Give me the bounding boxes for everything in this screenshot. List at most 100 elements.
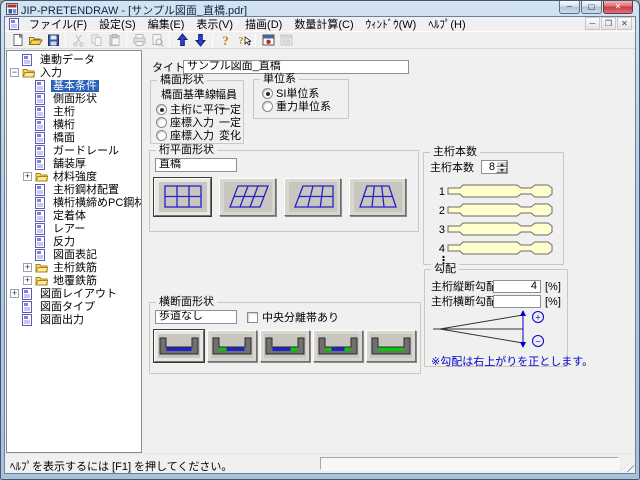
document-icon — [35, 132, 48, 144]
section-shape-button-green-full[interactable] — [366, 330, 416, 362]
open-button[interactable] — [26, 32, 44, 48]
tree-item[interactable]: + 図面レイアウト — [7, 287, 141, 300]
expand-icon[interactable]: + — [23, 172, 32, 181]
plan-shape-button-skew[interactable] — [284, 178, 341, 216]
menu-item-edit[interactable]: 編集(E) — [142, 16, 191, 32]
menu-item-quantity-calc[interactable]: 数量計算(C) — [288, 16, 359, 32]
title-bar[interactable]: JIP-PRETENDRAW - [サンプル図面_直橋.pdr] ─ ▢ ✕ — [1, 1, 639, 16]
expand-icon[interactable]: + — [10, 289, 19, 298]
tree-item[interactable]: 主桁 — [7, 105, 141, 118]
tree-item-label: 橋面 — [51, 132, 77, 144]
tree-item[interactable]: 舗装厚 — [7, 157, 141, 170]
main-girder-count-spinner[interactable]: 8 — [481, 160, 508, 174]
radio-option[interactable] — [262, 88, 273, 99]
tree-item-label: 図面レイアウト — [38, 288, 119, 300]
move-down-button[interactable] — [191, 32, 209, 48]
girder-number: 3 — [436, 224, 445, 236]
document-icon[interactable] — [8, 18, 20, 30]
section-shape-button-blue[interactable] — [154, 330, 204, 362]
context-help-button[interactable]: ? — [234, 32, 252, 48]
client-area: ファイル(F)設定(S)編集(E)表示(V)描画(D)数量計算(C)ｳｨﾝﾄﾞｳ… — [4, 16, 636, 474]
girder-shape — [447, 203, 554, 218]
copy-button — [87, 32, 105, 48]
resize-grip[interactable] — [621, 459, 634, 472]
tree-item[interactable]: 連動データ — [7, 53, 141, 66]
menu-item-window[interactable]: ｳｨﾝﾄﾞｳ(W) — [360, 16, 423, 32]
slope-label: 主桁横断勾配 — [431, 297, 497, 308]
tree-item[interactable]: 定着体 — [7, 209, 141, 222]
document-icon — [22, 314, 35, 326]
section-shape-button-green-right[interactable] — [260, 330, 310, 362]
mdi-close-button[interactable]: ✕ — [617, 17, 632, 30]
radio-option[interactable] — [262, 101, 273, 112]
tree-item[interactable]: ガードレール — [7, 144, 141, 157]
radio-option[interactable] — [156, 104, 167, 115]
plan-shape-button-trap[interactable] — [349, 178, 406, 216]
girder-row: 2 — [436, 203, 554, 218]
tree-item[interactable]: +材料強度 — [7, 170, 141, 183]
window-view-button[interactable] — [259, 32, 277, 48]
tree-item[interactable]: 図面表記 — [7, 248, 141, 261]
svg-text:?: ? — [222, 33, 229, 47]
radio-option[interactable] — [156, 130, 167, 141]
tree-item[interactable]: 反力 — [7, 235, 141, 248]
app-icon — [6, 3, 18, 15]
slope-field[interactable] — [493, 295, 541, 308]
plan-shape-button-para[interactable] — [219, 178, 276, 216]
tree-item[interactable]: 横桁 — [7, 118, 141, 131]
tree-item[interactable]: 橋面 — [7, 131, 141, 144]
section-shape-button-green-both[interactable] — [313, 330, 363, 362]
menu-item-file[interactable]: ファイル(F) — [23, 16, 93, 32]
mdi-restore-button[interactable]: ❐ — [601, 17, 616, 30]
section-shape-field[interactable]: 歩道なし — [155, 310, 237, 324]
help-button[interactable]: ? — [216, 32, 234, 48]
width-value-label: 変化 — [219, 131, 241, 142]
document-icon — [22, 288, 35, 300]
cross-section-group-title: 横断面形状 — [156, 297, 217, 308]
spin-down-button[interactable] — [496, 167, 507, 173]
expand-icon[interactable]: + — [23, 276, 32, 285]
plan-shape-field[interactable]: 直橋 — [155, 158, 237, 172]
tree-item[interactable]: 図面出力 — [7, 313, 141, 326]
radio-option[interactable] — [156, 117, 167, 128]
expand-icon[interactable]: + — [23, 263, 32, 272]
tree-item[interactable]: 主桁鋼材配置 — [7, 183, 141, 196]
median-checkbox[interactable] — [247, 312, 258, 323]
green-full-section-icon — [370, 334, 412, 358]
menu-item-view[interactable]: 表示(V) — [190, 16, 239, 32]
menu-item-draw[interactable]: 描画(D) — [239, 16, 288, 32]
new-button[interactable] — [8, 32, 26, 48]
svg-text:?: ? — [238, 36, 243, 47]
mdi-minimize-button[interactable]: ─ — [585, 17, 600, 30]
maximize-button[interactable]: ▢ — [581, 1, 602, 14]
minus-symbol: − — [535, 337, 540, 347]
skew-grid-icon — [289, 182, 337, 212]
plan-shape-button-rect[interactable] — [154, 178, 211, 216]
slope-label: 主桁縦断勾配 — [431, 282, 497, 293]
slope-field[interactable]: 4 — [493, 280, 541, 293]
tree-item[interactable]: 横桁横締めPC鋼材配置 — [7, 196, 141, 209]
window-view-icon — [261, 33, 276, 47]
move-up-button[interactable] — [173, 32, 191, 48]
document-icon — [35, 93, 48, 105]
menu-item-help[interactable]: ﾍﾙﾌﾟ(H) — [422, 16, 471, 32]
save-button[interactable] — [44, 32, 62, 48]
tree-item[interactable]: 側面形状 — [7, 92, 141, 105]
tree-item-label: 入力 — [38, 67, 64, 79]
title-field[interactable]: サンプル図面_直橋 — [183, 60, 409, 74]
tree-item[interactable]: +主桁鉄筋 — [7, 261, 141, 274]
tree-item[interactable]: 図面タイプ — [7, 300, 141, 313]
tree-item-label: 反力 — [51, 236, 77, 248]
section-shape-button-green-left[interactable] — [207, 330, 257, 362]
print-icon — [132, 33, 147, 47]
minimize-button[interactable]: ─ — [559, 1, 580, 14]
folder-icon — [35, 262, 48, 273]
tree-item[interactable]: +地覆鉄筋 — [7, 274, 141, 287]
collapse-icon[interactable]: − — [10, 68, 19, 77]
close-button[interactable]: ✕ — [603, 1, 633, 14]
tree-item[interactable]: − 入力 — [7, 66, 141, 79]
tree-item[interactable]: レアー — [7, 222, 141, 235]
deck-refline-header: 橋面基準線 — [161, 90, 216, 101]
tree-item[interactable]: 基本条件 — [7, 79, 141, 92]
menu-item-settings[interactable]: 設定(S) — [93, 16, 142, 32]
